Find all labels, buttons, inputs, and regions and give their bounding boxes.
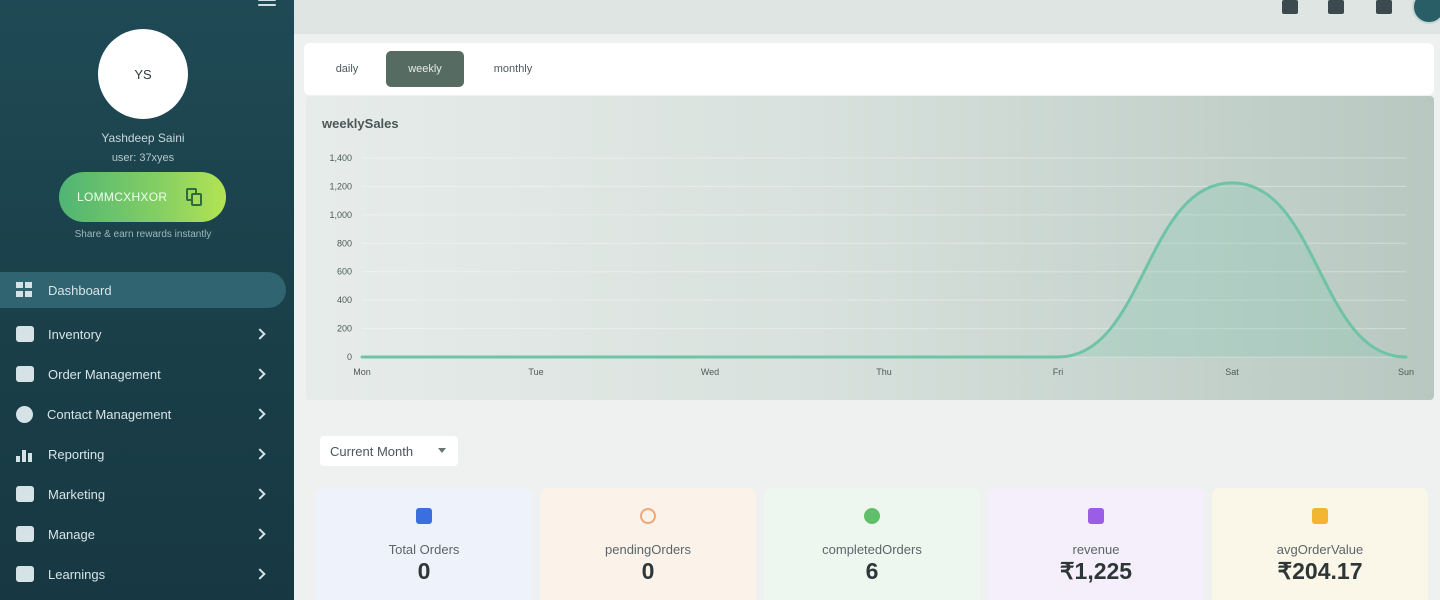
trend-icon <box>1312 508 1328 524</box>
x-tick-label: Sat <box>1225 367 1239 377</box>
sales-point[interactable] <box>1056 355 1060 359</box>
chevron-down-icon <box>438 448 446 453</box>
referral-code: LOMMCXHXOR <box>77 190 168 204</box>
sales-point[interactable] <box>1230 181 1234 185</box>
y-tick-label: 400 <box>337 295 352 305</box>
y-tick-label: 200 <box>337 324 352 334</box>
x-tick-label: Tue <box>528 367 543 377</box>
shopping-bag-icon[interactable] <box>1328 0 1344 14</box>
sidebar: YS Yashdeep Saini user: 37xyes LOMMCXHXO… <box>0 0 294 600</box>
stat-label: revenue <box>1072 542 1120 557</box>
tab-daily[interactable]: daily <box>318 51 376 87</box>
stat-value: ₹204.17 <box>1277 558 1363 584</box>
chevron-right-icon <box>254 368 266 380</box>
user-name: Yashdeep Saini <box>101 131 185 145</box>
chevron-right-icon <box>254 448 266 460</box>
sidebar-item-label: Dashboard <box>48 282 112 298</box>
stat-value: 6 <box>865 558 879 584</box>
sales-point[interactable] <box>1404 355 1408 359</box>
weekly-sales-chart: weeklySales 0 200 400 600 800 1,000 1,200 1,400… <box>306 96 1434 400</box>
stat-label: pendingOrders <box>605 542 691 557</box>
check-circle-icon <box>864 508 880 524</box>
graduation-cap-icon <box>16 566 34 582</box>
dashboard-icon <box>16 282 34 298</box>
store-icon <box>16 326 34 342</box>
sales-point[interactable] <box>534 355 538 359</box>
sidebar-item-inventory[interactable]: Inventory <box>0 314 294 354</box>
chart-icon <box>16 446 34 462</box>
settings-icon[interactable] <box>1376 0 1392 14</box>
megaphone-icon <box>16 486 34 502</box>
sidebar-item-label: Contact Management <box>47 406 172 422</box>
sidebar-item-marketing[interactable]: Marketing <box>0 474 294 514</box>
sidebar-item-label: Reporting <box>48 446 105 462</box>
user-id: user: 37xyes <box>111 152 175 164</box>
y-tick-label: 1,200 <box>329 181 352 191</box>
x-tick-label: Fri <box>1053 367 1064 377</box>
stat-label: completedOrders <box>822 542 922 557</box>
tab-weekly[interactable]: weekly <box>386 51 464 87</box>
y-tick-label: 600 <box>337 267 352 277</box>
sales-chart-svg: 0 200 400 600 800 1,000 1,200 1,400 Mon Tue Wed Thu… <box>329 153 1414 377</box>
chevron-right-icon <box>254 408 266 420</box>
sidebar-item-contact-management[interactable]: Contact Management <box>0 394 294 434</box>
cart-icon <box>16 366 34 382</box>
sales-point[interactable] <box>360 355 364 359</box>
menu-toggle-icon[interactable] <box>258 0 276 8</box>
tab-monthly[interactable]: monthly <box>476 51 550 87</box>
period-tabs: daily weekly monthly <box>304 43 1434 95</box>
sales-point[interactable] <box>708 355 712 359</box>
sales-point[interactable] <box>882 355 886 359</box>
y-tick-label: 1,400 <box>329 153 352 163</box>
clock-icon <box>640 508 656 524</box>
sidebar-item-label: Marketing <box>48 486 106 502</box>
avatar-initials: YS <box>134 66 152 82</box>
stat-label: Total Orders <box>388 542 460 557</box>
stat-card-pendingorders[interactable]: pendingOrders 0 <box>540 488 756 600</box>
sidebar-nav: Dashboard Inventory Order Management Con… <box>0 272 294 594</box>
x-tick-label: Thu <box>876 367 892 377</box>
stat-value: 0 <box>417 558 431 584</box>
x-tick-label: Wed <box>701 367 719 377</box>
chevron-right-icon <box>254 328 266 340</box>
x-tick-label: Sun <box>1398 367 1414 377</box>
period-filter-value: Current Month <box>330 443 414 459</box>
chevron-right-icon <box>254 528 266 540</box>
notification-icon[interactable] <box>1282 0 1298 14</box>
stat-card-avgordervalue[interactable]: avgOrderValue ₹204.17 <box>1212 488 1428 600</box>
stat-value: 0 <box>641 558 655 584</box>
referral-code-button[interactable]: LOMMCXHXOR <box>59 172 226 222</box>
chevron-right-icon <box>254 488 266 500</box>
sidebar-item-label: Inventory <box>48 326 102 342</box>
sidebar-item-reporting[interactable]: Reporting <box>0 434 294 474</box>
profile-avatar[interactable] <box>1412 0 1440 24</box>
stat-card-total-orders[interactable]: Total Orders 0 <box>316 488 532 600</box>
stat-card-revenue[interactable]: revenue ₹1,225 <box>988 488 1204 600</box>
chevron-right-icon <box>254 568 266 580</box>
share-hint: Share & earn rewards instantly <box>74 229 212 240</box>
sales-area <box>362 182 1406 357</box>
sidebar-item-label: Learnings <box>48 566 106 582</box>
contact-icon <box>16 405 33 423</box>
sidebar-item-label: Order Management <box>48 366 161 382</box>
avatar[interactable]: YS <box>98 29 188 119</box>
stat-card-completedorders[interactable]: completedOrders 6 <box>764 488 980 600</box>
y-tick-label: 800 <box>337 238 352 248</box>
box-icon <box>416 508 432 524</box>
sidebar-item-label: Manage <box>48 526 95 542</box>
sidebar-item-order-management[interactable]: Order Management <box>0 354 294 394</box>
manage-icon <box>16 526 34 542</box>
top-bar <box>294 0 1440 34</box>
stat-label: avgOrderValue <box>1276 542 1364 557</box>
sidebar-item-manage[interactable]: Manage <box>0 514 294 554</box>
sidebar-item-dashboard[interactable]: Dashboard <box>0 272 286 308</box>
period-filter-select[interactable]: Current Month <box>320 436 458 466</box>
stat-value: ₹1,225 <box>1059 558 1133 584</box>
copy-icon[interactable] <box>186 188 202 206</box>
x-tick-label: Mon <box>353 367 371 377</box>
sidebar-item-learnings[interactable]: Learnings <box>0 554 294 594</box>
wallet-icon <box>1088 508 1104 524</box>
y-tick-label: 0 <box>347 352 352 362</box>
y-tick-label: 1,000 <box>329 210 352 220</box>
